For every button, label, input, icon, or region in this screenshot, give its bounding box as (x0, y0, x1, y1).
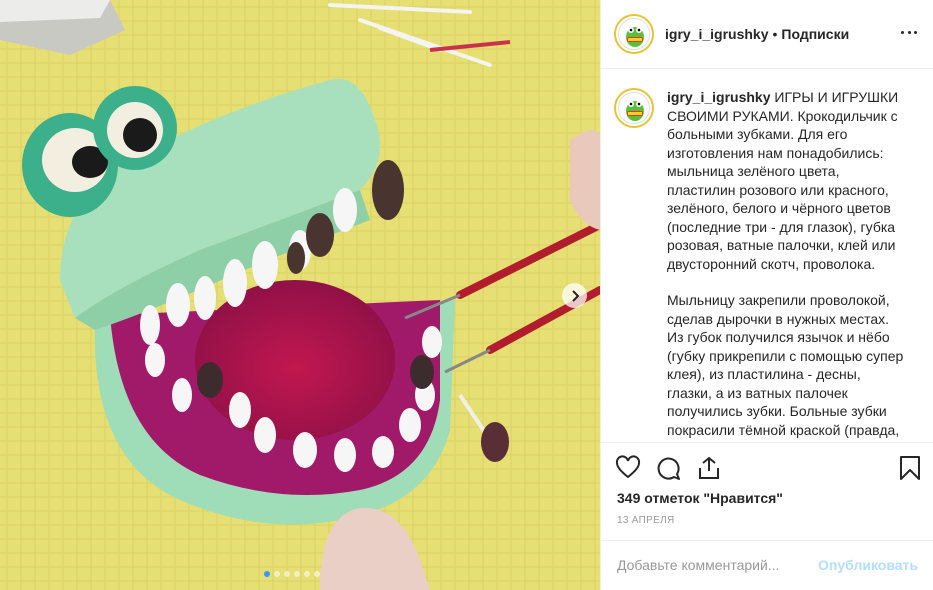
chevron-right-icon (571, 289, 579, 302)
post-actions: 349 отметок "Нравится" 13 апреля Опублик… (601, 442, 933, 587)
post-header: igry_i_igrushky • Подписки (601, 0, 933, 69)
avatar[interactable] (614, 14, 654, 54)
frog-logo-icon (619, 93, 649, 123)
publish-button[interactable]: Опубликовать (818, 557, 918, 573)
frog-logo-icon (619, 19, 649, 49)
carousel-dot (294, 571, 300, 577)
post-sidebar: igry_i_igrushky • Подписки igry_i_igrush… (600, 0, 933, 590)
carousel-dot (304, 571, 310, 577)
crocodile-toy-photo (0, 0, 600, 590)
instagram-post: igry_i_igrushky • Подписки igry_i_igrush… (0, 0, 933, 590)
post-date: 13 апреля (617, 515, 675, 526)
bookmark-icon[interactable] (897, 455, 923, 481)
comment-input[interactable] (617, 556, 811, 573)
carousel-dot (274, 571, 280, 577)
share-icon[interactable] (696, 455, 722, 481)
carousel-dot (314, 571, 320, 577)
post-caption: igry_i_igrushky ИГРЫ И ИГРУШКИ СВОИМИ РУ… (601, 70, 933, 442)
caption-paragraph-1: ИГРЫ И ИГРУШКИ СВОИМИ РУКАМИ. Крокодильч… (667, 89, 899, 272)
comment-icon[interactable] (655, 455, 681, 481)
carousel-dot (264, 571, 270, 577)
next-photo-button[interactable] (562, 283, 587, 308)
carousel-indicator (264, 571, 320, 577)
follow-button[interactable]: Подписки (781, 26, 849, 42)
caption-text: igry_i_igrushky ИГРЫ И ИГРУШКИ СВОИМИ РУ… (667, 88, 907, 442)
action-bar (615, 455, 921, 481)
caption-avatar[interactable] (614, 88, 654, 128)
header-separator: • (772, 26, 778, 42)
comment-form: Опубликовать (601, 540, 933, 588)
header-username[interactable]: igry_i_igrushky (665, 26, 769, 42)
carousel-dot (284, 571, 290, 577)
caption-username[interactable]: igry_i_igrushky (667, 89, 771, 105)
more-options-icon[interactable] (901, 24, 917, 40)
caption-paragraph-2: Мыльницу закрепили проволокой, сделав ды… (667, 292, 904, 438)
post-photo[interactable] (0, 0, 600, 590)
heart-icon[interactable] (615, 455, 641, 481)
likes-count[interactable]: 349 отметок "Нравится" (617, 490, 783, 506)
